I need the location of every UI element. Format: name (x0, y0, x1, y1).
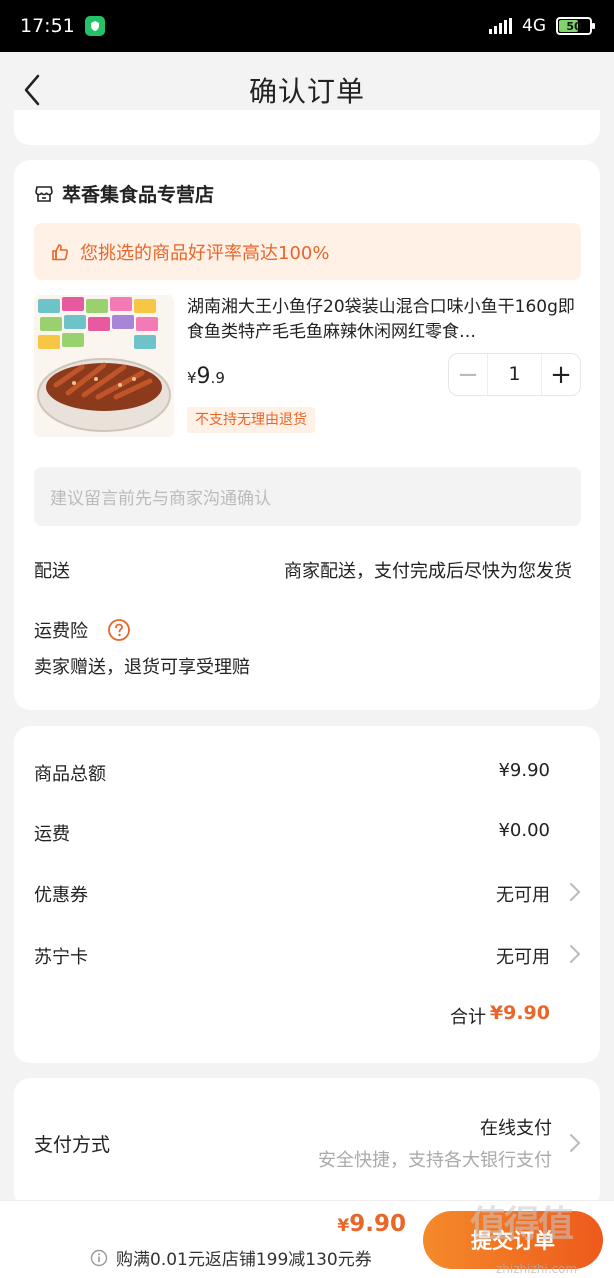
shield-icon (84, 16, 105, 36)
payment-label: 支付方式 (34, 1134, 111, 1156)
chevron-left-icon (24, 74, 40, 106)
shop-icon (35, 185, 53, 202)
product-image[interactable] (34, 295, 174, 437)
summary-row-label: 商品总额 (34, 764, 106, 785)
payment-value: 在线支付 (480, 1118, 552, 1139)
decrease-button[interactable]: − (449, 354, 487, 395)
chevron-right-icon[interactable] (568, 1132, 582, 1154)
total-label: 合计 (450, 1007, 486, 1028)
increase-button[interactable]: + (542, 354, 580, 395)
coupon-hint[interactable]: 购满0.01元返店铺199减130元券 (90, 1245, 372, 1270)
summary-row-value: ¥0.00 (498, 820, 550, 841)
summary-card: 商品总额 ¥9.90 运费 ¥0.00 优惠券 无可用 苏宁卡 无可用 合计 ¥… (14, 726, 600, 1063)
bottom-price-symbol: ¥ (337, 1216, 350, 1236)
price-symbol: ¥ (187, 369, 197, 387)
quantity-stepper: − 1 + (448, 353, 581, 396)
insurance-label: 运费险 (34, 621, 88, 642)
network-type: 4G (522, 16, 546, 36)
coupon-hint-text: 购满0.01元返店铺199减130元券 (116, 1250, 372, 1270)
delivery-label: 配送 (34, 561, 70, 582)
page-title: 确认订单 (248, 75, 365, 108)
no-return-badge: 不支持无理由退货 (187, 407, 315, 433)
watermark-url: zhizhizhi.com (496, 1262, 578, 1276)
suning-card-label[interactable]: 苏宁卡 (34, 943, 88, 969)
price-integer: 9 (196, 364, 211, 389)
back-button[interactable] (22, 70, 52, 110)
payment-card[interactable]: 支付方式 在线支付 安全快捷，支持各大银行支付 (14, 1078, 600, 1208)
summary-row-value: ¥9.90 (498, 760, 550, 781)
product-title[interactable]: 湖南湘大王小鱼仔20袋装山混合口味小鱼干160g即食鱼类特产毛毛鱼麻辣休闲网红零… (187, 295, 582, 345)
bottom-price: ¥9.90 (337, 1211, 406, 1237)
praise-text: 您挑选的商品好评率高达100% (80, 242, 330, 264)
info-icon (90, 1249, 108, 1266)
summary-row-label: 运费 (34, 824, 70, 845)
battery-level: 50 (566, 19, 582, 33)
address-card-partial (14, 110, 600, 145)
status-time: 17:51 (20, 15, 75, 37)
coupon-label[interactable]: 优惠券 (34, 881, 88, 907)
status-bar: 17:51 4G 50 (0, 0, 614, 52)
praise-banner: 您挑选的商品好评率高达100% (34, 223, 581, 280)
message-input[interactable]: 建议留言前先与商家沟通确认 (34, 467, 581, 526)
product-price: ¥9.9 (187, 364, 225, 389)
payment-sub: 安全快捷，支持各大银行支付 (318, 1150, 552, 1171)
signal-icon (489, 18, 512, 34)
total-value: ¥9.90 (489, 1002, 550, 1024)
coupon-value[interactable]: 无可用 (496, 881, 550, 907)
thumbs-up-icon (52, 243, 69, 260)
insurance-desc: 卖家赠送，退货可享受理赔 (34, 657, 250, 678)
suning-card-value[interactable]: 无可用 (496, 943, 550, 969)
shop-card: 萃香集食品专营店 您挑选的商品好评率高达100% 湖南湘大王小鱼仔20袋装山混合… (14, 160, 600, 710)
chevron-right-icon[interactable] (568, 881, 582, 903)
price-decimal: .9 (210, 369, 225, 387)
help-icon[interactable] (107, 618, 131, 642)
shop-name: 萃香集食品专营店 (62, 184, 215, 206)
battery-icon: 50 (556, 17, 595, 35)
quantity-value[interactable]: 1 (487, 354, 542, 395)
shop-header[interactable]: 萃香集食品专营店 (34, 180, 214, 207)
watermark-logo: 值得值 (470, 1204, 574, 1245)
chevron-right-icon[interactable] (568, 943, 582, 965)
bottom-price-value: 9.90 (349, 1211, 406, 1237)
delivery-value: 商家配送，支付完成后尽快为您发货 (284, 561, 572, 582)
